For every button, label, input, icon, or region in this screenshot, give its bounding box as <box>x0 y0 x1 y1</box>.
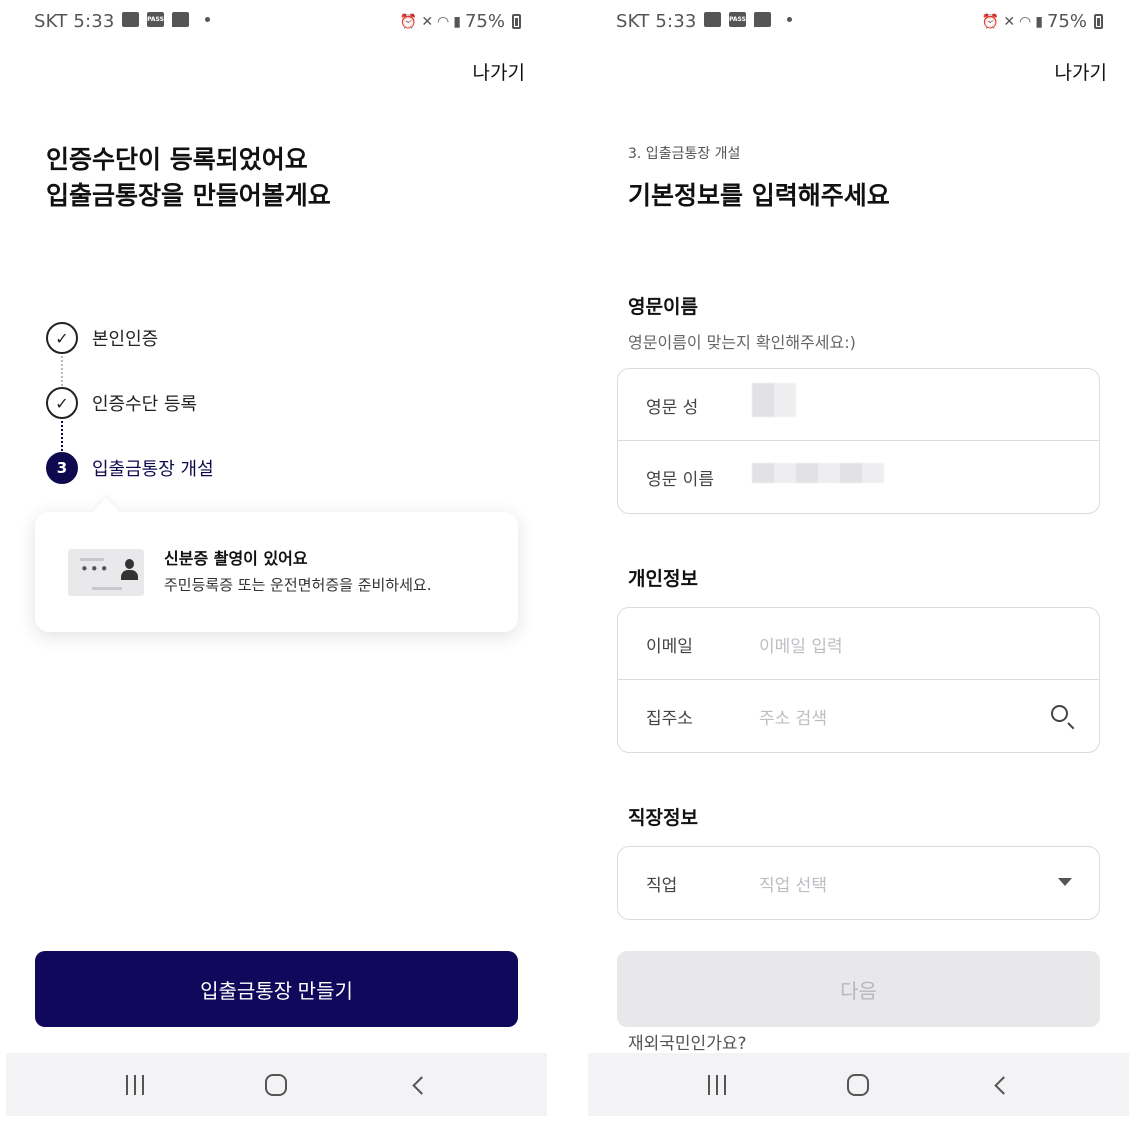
more-notifications-icon <box>787 17 792 22</box>
gallery-icon <box>704 12 721 27</box>
battery-percent: 75% <box>1046 11 1087 32</box>
last-name-field[interactable]: 영문 성 <box>618 369 1099 441</box>
message-icon <box>172 12 189 27</box>
home-icon[interactable] <box>843 1070 873 1100</box>
personal-info-section-title: 개인정보 <box>628 568 698 590</box>
carrier-time: SKT 5:33 <box>616 11 697 32</box>
battery-icon <box>1094 14 1103 29</box>
pass-icon: PASS <box>729 12 746 27</box>
navigation-bar <box>588 1053 1129 1116</box>
address-field[interactable]: 집주소 주소 검색 <box>618 680 1099 752</box>
notification-icons: PASS <box>122 12 210 27</box>
field-label: 직업 <box>646 876 678 896</box>
step-identity: ✓ 본인인증 <box>46 322 158 354</box>
search-icon[interactable] <box>1049 704 1075 730</box>
personal-info-fields: 이메일 이메일 입력 집주소 주소 검색 <box>617 607 1100 753</box>
mute-icon: ✕ <box>1003 13 1016 30</box>
alarm-icon: ⏰ <box>981 13 1000 30</box>
gallery-icon <box>122 12 139 27</box>
next-button[interactable]: 다음 <box>617 951 1100 1027</box>
recents-icon[interactable] <box>120 1070 150 1100</box>
exit-button[interactable]: 나가기 <box>473 58 525 85</box>
exit-button[interactable]: 나가기 <box>1055 58 1107 85</box>
job-select[interactable]: 직업 직업 선택 <box>618 847 1099 919</box>
message-icon <box>754 12 771 27</box>
recents-icon[interactable] <box>702 1070 732 1100</box>
navigation-bar <box>6 1053 547 1116</box>
field-label: 영문 성 <box>646 398 699 418</box>
carrier-time: SKT 5:33 <box>34 11 115 32</box>
english-name-section-title: 영문이름 <box>628 296 698 318</box>
mute-icon: ✕ <box>421 13 434 30</box>
create-account-button[interactable]: 입출금통장 만들기 <box>35 951 518 1027</box>
field-label: 영문 이름 <box>646 470 714 490</box>
address-placeholder: 주소 검색 <box>759 709 827 729</box>
basic-info-screen: SKT 5:33 PASS ⏰ ✕ ◠ ▮ 75% 나가기 3. 입출금통장 개… <box>588 0 1129 1117</box>
back-icon[interactable] <box>985 1070 1015 1100</box>
step-caption: 3. 입출금통장 개설 <box>628 146 741 162</box>
step-open-account: 3 입출금통장 개설 <box>46 452 214 484</box>
overseas-korean-link[interactable]: 재외국민인가요? <box>628 1029 747 1054</box>
more-notifications-icon <box>205 17 210 22</box>
page-title: 기본정보를 입력해주세요 <box>628 181 890 210</box>
battery-percent: 75% <box>464 11 505 32</box>
first-name-field[interactable]: 영문 이름 <box>618 441 1099 513</box>
field-label: 집주소 <box>646 709 693 729</box>
tooltip-description: 주민등록증 또는 운전면허증을 준비하세요. <box>164 576 432 594</box>
email-field[interactable]: 이메일 이메일 입력 <box>618 608 1099 680</box>
system-icons: ⏰ ✕ ◠ ▮ 75% <box>400 11 521 32</box>
status-bar: SKT 5:33 PASS ⏰ ✕ ◠ ▮ 75% <box>588 0 1129 44</box>
battery-icon <box>512 14 521 29</box>
step-label: 본인인증 <box>92 329 159 350</box>
pass-icon: PASS <box>147 12 164 27</box>
dropdown-caret-icon <box>1058 878 1072 886</box>
step-connector <box>61 356 63 386</box>
step-number: 3 <box>46 452 78 484</box>
masked-last-name <box>752 383 796 417</box>
id-photo-tooltip: ••• 신분증 촬영이 있어요 주민등록증 또는 운전면허증을 준비하세요. <box>35 512 518 632</box>
signal-icon: ▮ <box>453 13 461 30</box>
work-info-fields: 직업 직업 선택 <box>617 846 1100 920</box>
wifi-icon: ◠ <box>1019 13 1032 30</box>
headline: 인증수단이 등록되었어요 입출금통장을 만들어볼게요 <box>46 142 331 214</box>
headline-line-1: 인증수단이 등록되었어요 <box>46 145 308 174</box>
tooltip-title: 신분증 촬영이 있어요 <box>164 549 308 568</box>
check-icon: ✓ <box>46 387 78 419</box>
email-placeholder: 이메일 입력 <box>759 637 843 657</box>
english-name-subtitle: 영문이름이 맞는지 확인해주세요:) <box>628 333 856 352</box>
step-auth-method: ✓ 인증수단 등록 <box>46 387 197 419</box>
check-icon: ✓ <box>46 322 78 354</box>
work-info-section-title: 직장정보 <box>628 807 698 829</box>
signal-icon: ▮ <box>1035 13 1043 30</box>
alarm-icon: ⏰ <box>399 13 418 30</box>
wifi-icon: ◠ <box>437 13 450 30</box>
system-icons: ⏰ ✕ ◠ ▮ 75% <box>982 11 1103 32</box>
status-bar: SKT 5:33 PASS ⏰ ✕ ◠ ▮ 75% <box>6 0 547 44</box>
field-label: 이메일 <box>646 637 693 657</box>
headline-line-2: 입출금통장을 만들어볼게요 <box>46 181 331 210</box>
english-name-fields: 영문 성 영문 이름 <box>617 368 1100 514</box>
step-connector-active <box>61 421 63 451</box>
job-placeholder: 직업 선택 <box>759 876 827 896</box>
back-icon[interactable] <box>403 1070 433 1100</box>
notification-icons: PASS <box>704 12 792 27</box>
step-label: 입출금통장 개설 <box>92 459 214 480</box>
id-card-icon: ••• <box>68 549 144 596</box>
account-intro-screen: SKT 5:33 PASS ⏰ ✕ ◠ ▮ 75% 나가기 인증수단이 등록되었… <box>6 0 547 1117</box>
home-icon[interactable] <box>261 1070 291 1100</box>
step-label: 인증수단 등록 <box>92 394 198 415</box>
masked-first-name <box>752 463 884 483</box>
